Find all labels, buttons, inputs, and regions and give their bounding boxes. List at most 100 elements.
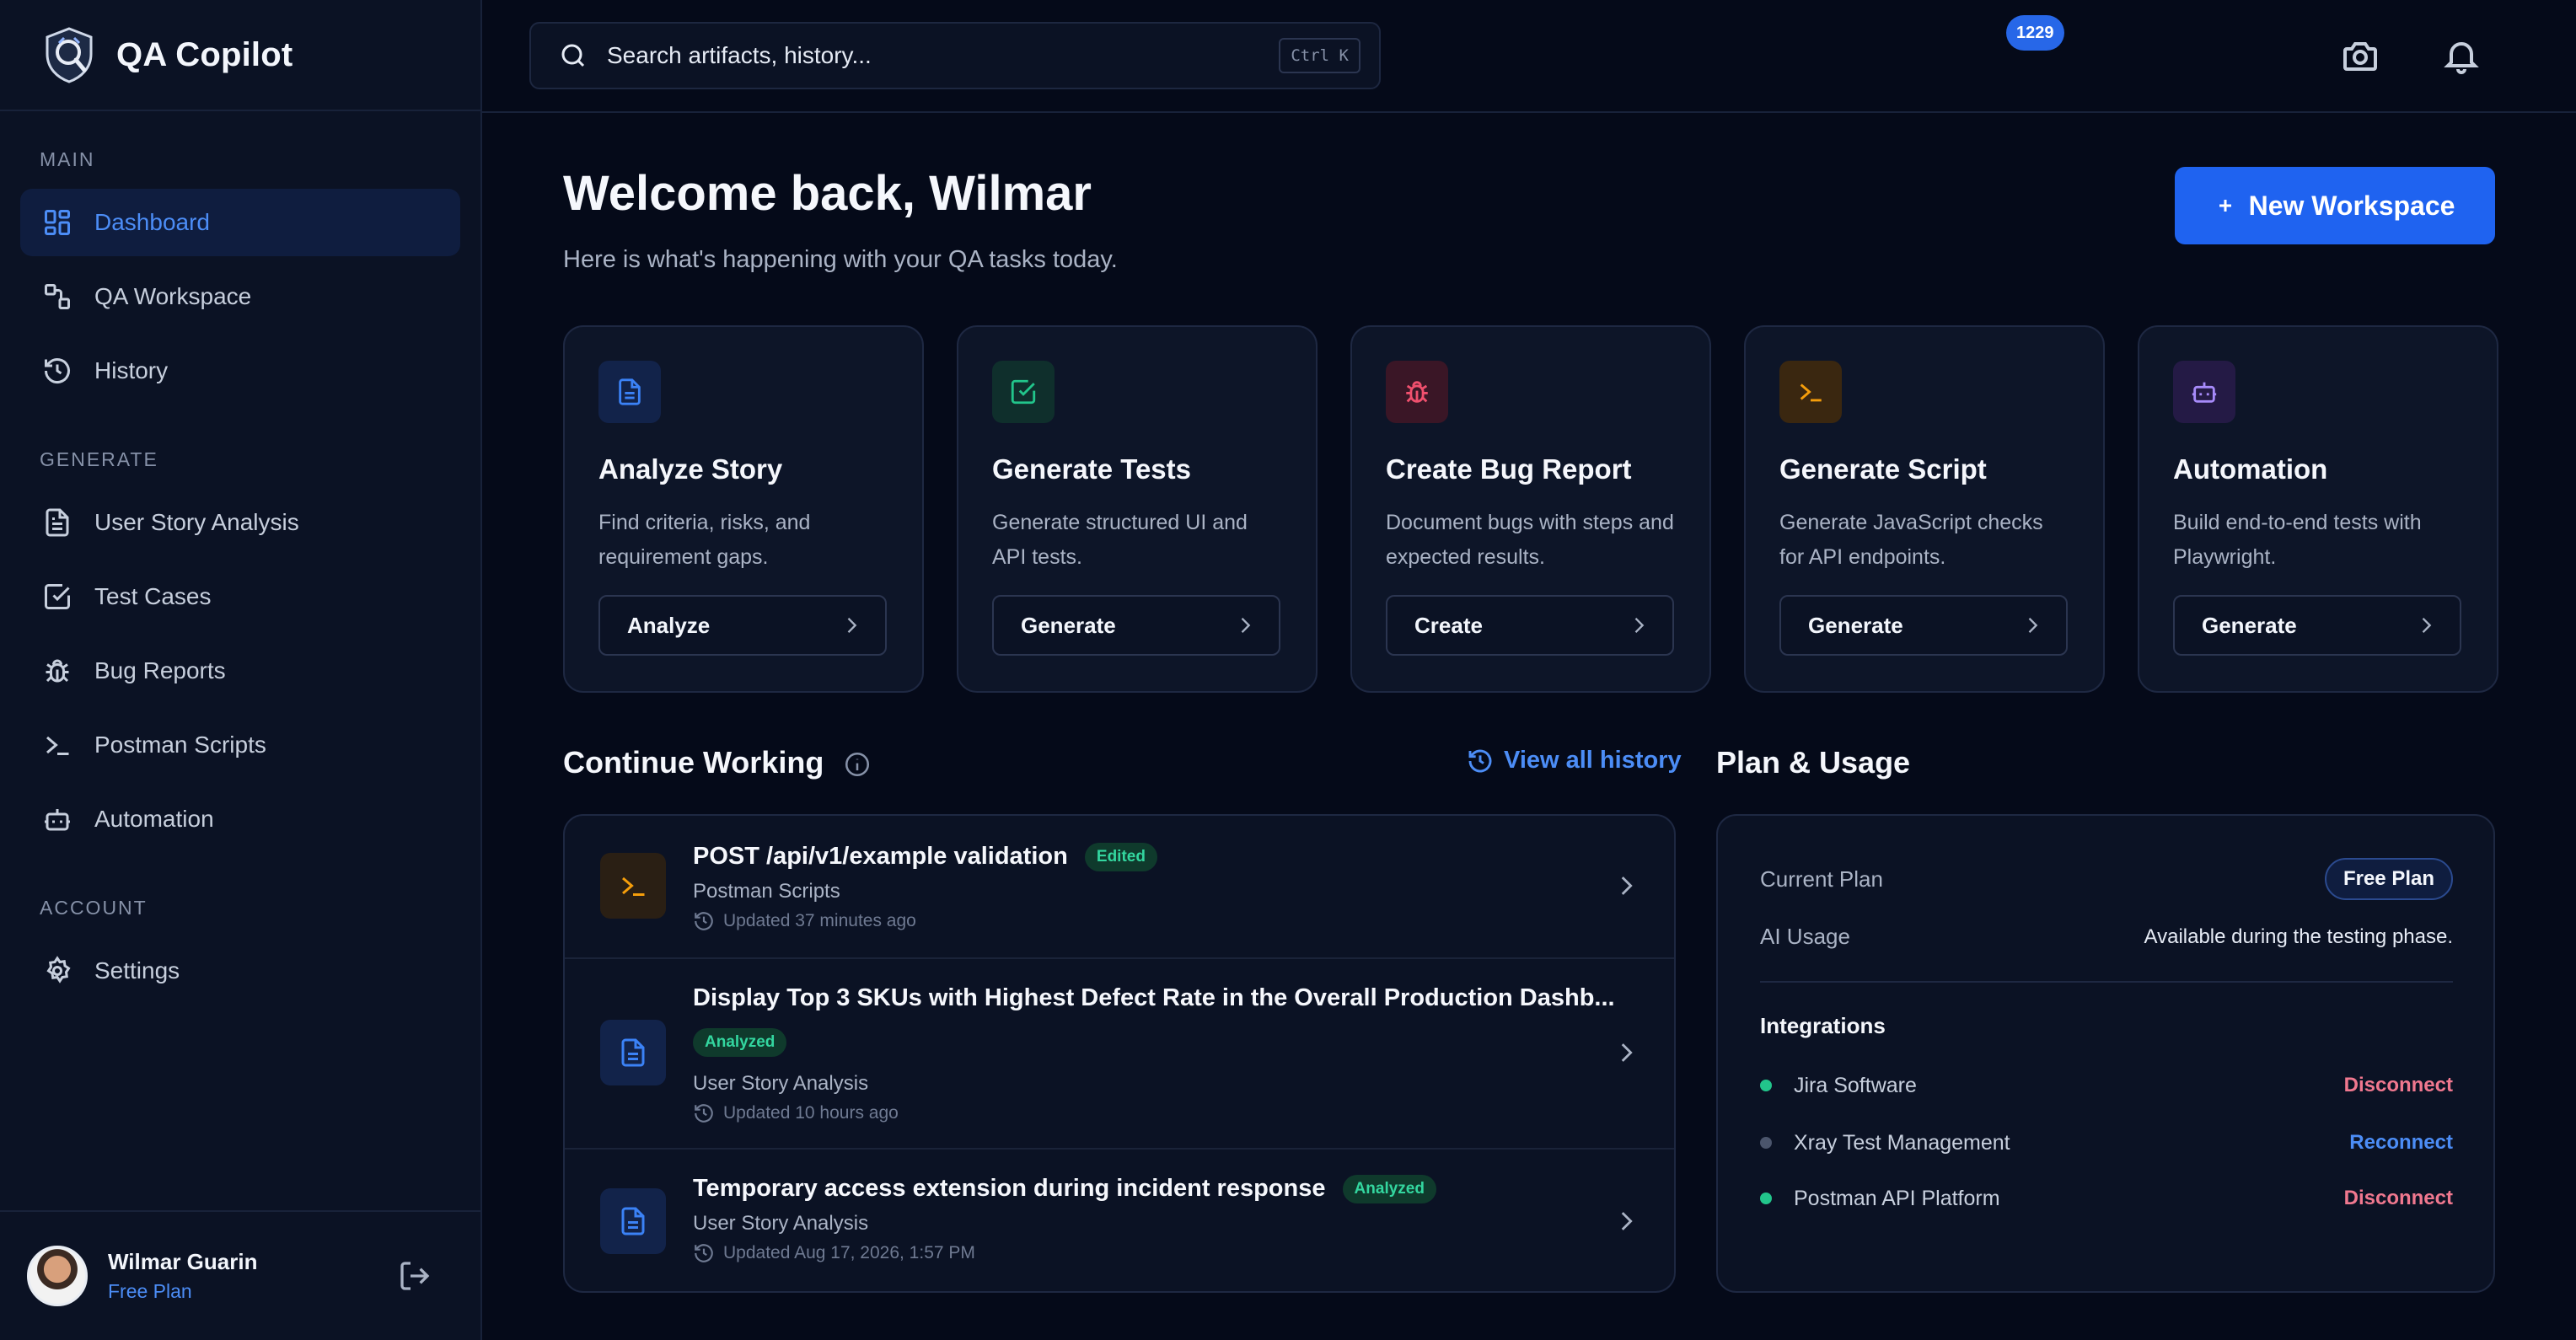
bug-icon	[1386, 361, 1448, 423]
button-label: Create	[1414, 612, 1483, 638]
sidebar-item-label: Bug Reports	[94, 657, 226, 683]
sidebar-item-history[interactable]: History	[20, 337, 460, 405]
clock-icon	[693, 910, 715, 932]
sidebar-item-qa-workspace[interactable]: QA Workspace	[20, 263, 460, 330]
dashboard-grid-icon	[40, 206, 74, 239]
card-description: Find criteria, risks, and requirement ga…	[598, 511, 811, 569]
card-title: Generate Script	[1779, 453, 1987, 485]
sidebar-item-postman-scripts[interactable]: Postman Scripts	[20, 711, 460, 779]
terminal-icon	[40, 728, 74, 762]
generate-script-button[interactable]: Generate	[1779, 595, 2068, 656]
history-icon	[1467, 748, 1494, 775]
automation-generate-button[interactable]: Generate	[2173, 595, 2461, 656]
view-all-label: View all history	[1504, 747, 1682, 774]
new-workspace-button[interactable]: New Workspace	[2175, 167, 2495, 244]
card-description: Generate JavaScript checks for API endpo…	[1779, 511, 2043, 569]
robot-icon	[2173, 361, 2235, 423]
page-title: Welcome back, Wilmar	[563, 166, 1092, 221]
chevron-right-icon	[1612, 1038, 1640, 1067]
item-updated: Updated 37 minutes ago	[693, 910, 916, 932]
button-label: Generate	[2202, 612, 2297, 638]
status-dot-disconnected	[1760, 1137, 1772, 1149]
create-bug-button[interactable]: Create	[1386, 595, 1674, 656]
item-title-text: Temporary access extension during incide…	[693, 1175, 1326, 1202]
sidebar-item-automation[interactable]: Automation	[20, 785, 460, 853]
sidebar-item-label: History	[94, 357, 169, 383]
card-title: Analyze Story	[598, 453, 783, 485]
view-all-history-link[interactable]: View all history	[1467, 747, 1682, 775]
card-automation: Automation Build end-to-end tests with P…	[2138, 325, 2498, 693]
nav-section-main: MAIN	[40, 148, 95, 170]
chevron-right-icon	[2414, 614, 2438, 637]
generate-tests-button[interactable]: Generate	[992, 595, 1280, 656]
card-generate-tests: Generate Tests Generate structured UI an…	[957, 325, 1318, 693]
status-badge: Analyzed	[1342, 1175, 1436, 1204]
card-description: Build end-to-end tests with Playwright.	[2173, 511, 2422, 569]
topbar: Search artifacts, history... Ctrl K	[482, 0, 2576, 113]
search-icon	[558, 40, 588, 71]
bug-icon	[40, 654, 74, 688]
sidebar-item-label: Postman Scripts	[94, 732, 266, 758]
continue-working-title: Continue Working	[563, 745, 824, 780]
document-icon	[600, 1188, 666, 1254]
sidebar-item-settings[interactable]: Settings	[20, 937, 460, 1005]
status-badge: Edited	[1084, 843, 1157, 872]
sidebar-item-test-cases[interactable]: Test Cases	[20, 563, 460, 630]
status-badge: Analyzed	[693, 1028, 787, 1057]
avatar[interactable]	[27, 1246, 88, 1306]
document-icon	[600, 1020, 666, 1085]
integration-row: Jira Software Disconnect	[1760, 1069, 2453, 1102]
sidebar-item-dashboard[interactable]: Dashboard	[20, 189, 460, 256]
current-plan-badge: Free Plan	[2324, 858, 2453, 900]
brand[interactable]: QA Copilot	[0, 0, 480, 111]
button-label: Generate	[1021, 612, 1116, 638]
user-name: Wilmar Guarin	[108, 1249, 258, 1274]
plan-usage-panel: Current Plan Free Plan AI Usage Availabl…	[1716, 814, 2495, 1293]
integrations-title: Integrations	[1760, 1013, 1886, 1038]
card-title: Generate Tests	[992, 453, 1191, 485]
integration-name: Postman API Platform	[1794, 1186, 2000, 1210]
item-type: Postman Scripts	[693, 880, 840, 903]
robot-icon	[40, 802, 74, 836]
sidebar-item-bug-reports[interactable]: Bug Reports	[20, 637, 460, 705]
item-updated: Updated 10 hours ago	[693, 1102, 899, 1124]
current-plan-label: Current Plan	[1760, 866, 1883, 892]
plan-usage-title: Plan & Usage	[1716, 745, 1911, 780]
bell-icon[interactable]	[2441, 35, 2482, 76]
integration-name: Xray Test Management	[1794, 1130, 2010, 1155]
item-updated: Updated Aug 17, 2026, 1:57 PM	[693, 1242, 975, 1264]
card-create-bug-report: Create Bug Report Document bugs with ste…	[1350, 325, 1711, 693]
document-icon	[598, 361, 661, 423]
camera-icon[interactable]	[2340, 35, 2380, 76]
card-title: Create Bug Report	[1386, 453, 1632, 485]
sidebar-item-label: Settings	[94, 957, 180, 984]
document-icon	[40, 506, 74, 539]
disconnect-postman-button[interactable]: Disconnect	[2344, 1187, 2453, 1210]
logout-icon[interactable]	[398, 1259, 432, 1293]
card-description: Document bugs with steps and expected re…	[1386, 511, 1674, 569]
continue-working-list: POST /api/v1/example validation Edited P…	[563, 814, 1676, 1293]
card-generate-script: Generate Script Generate JavaScript chec…	[1744, 325, 2105, 693]
disconnect-jira-button[interactable]: Disconnect	[2344, 1074, 2453, 1097]
list-item[interactable]: POST /api/v1/example validation Edited P…	[565, 816, 1674, 959]
item-updated-text: Updated 37 minutes ago	[723, 911, 916, 930]
new-workspace-label: New Workspace	[2248, 190, 2455, 221]
analyze-button[interactable]: Analyze	[598, 595, 887, 656]
reconnect-xray-button[interactable]: Reconnect	[2349, 1131, 2453, 1155]
sidebar-item-label: User Story Analysis	[94, 509, 299, 535]
list-item[interactable]: Temporary access extension during incide…	[565, 1150, 1674, 1291]
info-icon[interactable]	[843, 750, 872, 779]
chevron-right-icon	[1627, 614, 1650, 637]
search-input[interactable]: Search artifacts, history... Ctrl K	[529, 22, 1381, 89]
item-type: User Story Analysis	[693, 1212, 869, 1235]
sidebar-item-user-story-analysis[interactable]: User Story Analysis	[20, 489, 460, 556]
status-dot-connected	[1760, 1193, 1772, 1204]
item-title: Display Top 3 SKUs with Highest Defect R…	[693, 984, 1615, 1011]
checkbox-icon	[40, 580, 74, 614]
gear-icon	[40, 954, 74, 988]
history-icon	[40, 354, 74, 388]
user-plan: Free Plan	[108, 1280, 192, 1302]
card-title: Automation	[2173, 453, 2328, 485]
chevron-right-icon	[840, 614, 863, 637]
list-item[interactable]: Display Top 3 SKUs with Highest Defect R…	[565, 959, 1674, 1150]
